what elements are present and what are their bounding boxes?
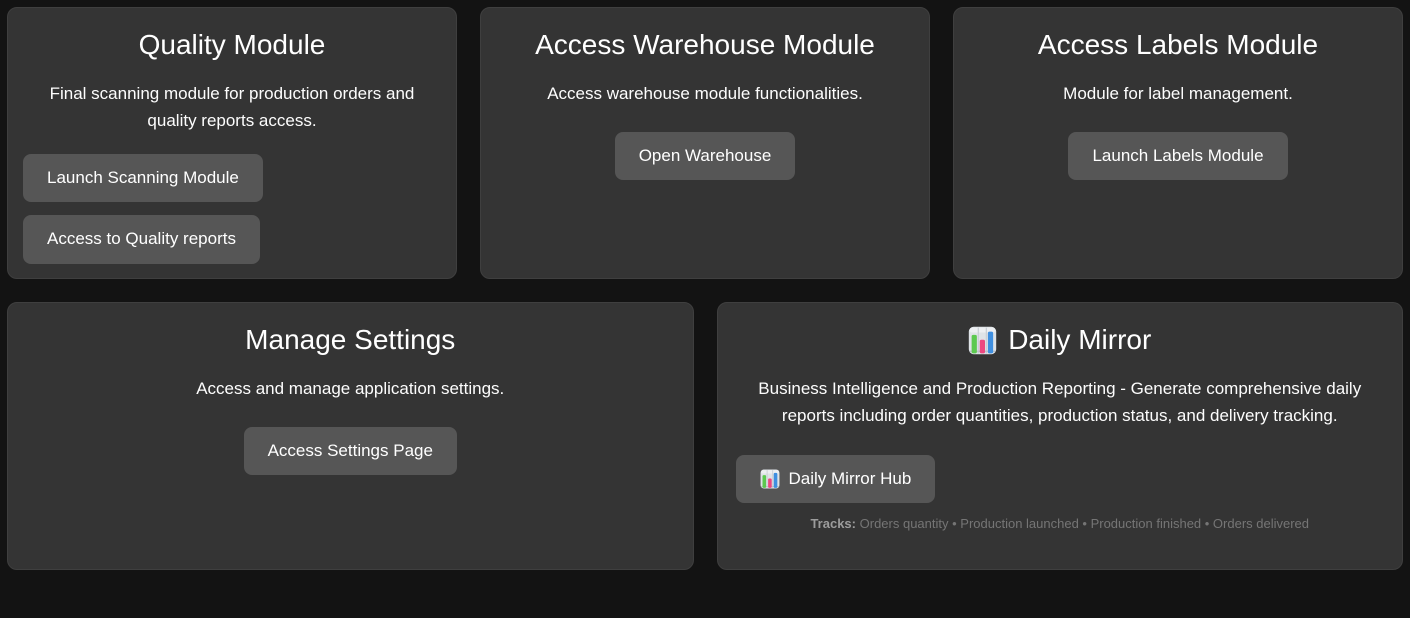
card-description-quality: Final scanning module for production ord…: [32, 81, 432, 134]
card-quality-module: Quality Module Final scanning module for…: [7, 7, 457, 279]
daily-mirror-buttons: Daily Mirror Hub: [736, 455, 1403, 503]
card-description-daily-mirror: Business Intelligence and Production Rep…: [742, 376, 1379, 429]
access-settings-page-button[interactable]: Access Settings Page: [244, 427, 457, 475]
card-title-quality: Quality Module: [20, 29, 444, 61]
access-quality-reports-button[interactable]: Access to Quality reports: [23, 215, 260, 263]
card-title-daily-mirror: Daily Mirror: [730, 324, 1391, 356]
daily-mirror-hub-button[interactable]: Daily Mirror Hub: [736, 455, 936, 503]
dashboard-row-1: Quality Module Final scanning module for…: [7, 7, 1403, 279]
daily-mirror-title-text: Daily Mirror: [1008, 324, 1151, 356]
card-description-settings: Access and manage application settings.: [32, 376, 669, 402]
module-dashboard: Quality Module Final scanning module for…: [0, 0, 1410, 577]
card-title-labels: Access Labels Module: [966, 29, 1390, 61]
quality-buttons: Launch Scanning Module Access to Quality…: [23, 154, 456, 264]
settings-buttons: Access Settings Page: [8, 427, 693, 475]
launch-labels-module-button[interactable]: Launch Labels Module: [1068, 132, 1287, 180]
card-description-labels: Module for label management.: [978, 81, 1378, 107]
daily-mirror-hub-label: Daily Mirror Hub: [789, 469, 912, 489]
tracks-items: Orders quantity • Production launched • …: [860, 516, 1309, 531]
card-daily-mirror: Daily Mirror Business Intelligence and P…: [717, 302, 1404, 570]
tracks-line: Tracks: Orders quantity • Production lau…: [718, 516, 1403, 531]
open-warehouse-button[interactable]: Open Warehouse: [615, 132, 796, 180]
tracks-label: Tracks:: [810, 516, 856, 531]
card-description-warehouse: Access warehouse module functionalities.: [505, 81, 905, 107]
bar-chart-icon: [760, 469, 780, 489]
card-title-settings: Manage Settings: [20, 324, 681, 356]
card-manage-settings: Manage Settings Access and manage applic…: [7, 302, 694, 570]
bar-chart-icon: [968, 326, 997, 355]
dashboard-row-2: Manage Settings Access and manage applic…: [7, 302, 1403, 570]
card-title-warehouse: Access Warehouse Module: [493, 29, 917, 61]
card-warehouse-module: Access Warehouse Module Access warehouse…: [480, 7, 930, 279]
warehouse-buttons: Open Warehouse: [481, 132, 929, 180]
labels-buttons: Launch Labels Module: [954, 132, 1402, 180]
card-labels-module: Access Labels Module Module for label ma…: [953, 7, 1403, 279]
launch-scanning-module-button[interactable]: Launch Scanning Module: [23, 154, 263, 202]
